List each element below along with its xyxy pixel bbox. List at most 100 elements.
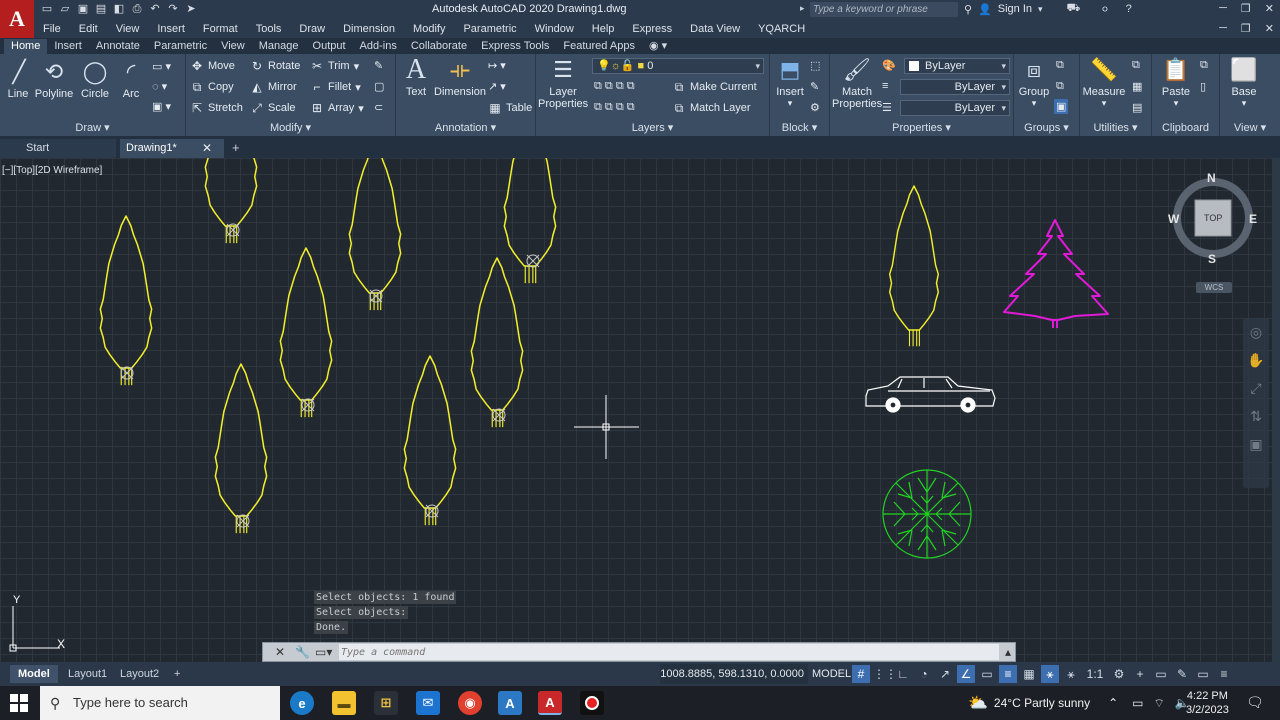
file-tab-start[interactable]: Start (0, 139, 116, 158)
match-properties-tool[interactable]: 🖌 Match Properties (832, 56, 882, 110)
menu-edit[interactable]: Edit (70, 20, 107, 38)
tab-view[interactable]: View (214, 39, 252, 54)
wifi-icon[interactable]: ⌔ (1154, 696, 1165, 711)
tab-express-tools[interactable]: Express Tools (474, 39, 556, 54)
edge-icon[interactable]: e (290, 691, 314, 715)
tab-add-ins[interactable]: Add-ins (353, 39, 404, 54)
menu-express[interactable]: Express (623, 20, 681, 38)
edit-block-icon[interactable]: ✎ (810, 80, 819, 93)
modify-panel-title[interactable]: Modify ▾ (186, 121, 395, 134)
draw-panel-title[interactable]: Draw ▾ (0, 121, 185, 134)
isolate-objects-icon[interactable]: ✎ (1173, 665, 1191, 683)
layout-tab-model[interactable]: Model (10, 665, 58, 683)
tab-parametric[interactable]: Parametric (147, 39, 214, 54)
units-icon[interactable]: ▭ (1152, 665, 1170, 683)
app-logo[interactable]: A (0, 0, 34, 38)
weather-icon[interactable]: ⛅ (968, 693, 988, 713)
weather-text[interactable]: 24°C Partly sunny (994, 696, 1090, 710)
autocad-taskbar-icon[interactable]: A (538, 691, 562, 715)
car[interactable] (865, 376, 996, 413)
user-icon[interactable]: 👤 (978, 3, 992, 16)
snap-icon[interactable]: ⋮⋮ (873, 665, 897, 683)
viewcube-top-face[interactable]: TOP (1204, 213, 1222, 223)
rectangle-icon[interactable]: ▭ ▾ (152, 60, 171, 73)
plot-icon[interactable]: ⎙ (130, 2, 144, 16)
command-history-toggle-icon[interactable]: ▴ (1005, 645, 1011, 659)
group-edit-icon[interactable]: ⧉ (1056, 80, 1064, 93)
customize-icon[interactable]: 🔧 (295, 645, 310, 659)
wcs-menu[interactable]: WCS (1196, 282, 1232, 293)
clean-screen-icon[interactable]: ▭ (1194, 665, 1212, 683)
binoculars-icon[interactable]: ⚲ (964, 3, 972, 16)
measure-tool[interactable]: 📏 Measure ▾ (1082, 56, 1126, 109)
tab-insert[interactable]: Insert (47, 39, 89, 54)
exchange-icon[interactable]: ⚪ (1100, 3, 1109, 16)
array-button[interactable]: ⊞ Array ▾ (310, 101, 364, 115)
menu-tools[interactable]: Tools (247, 20, 291, 38)
rotate-button[interactable]: ↻ Rotate (250, 59, 300, 73)
chrome-icon[interactable]: ◉ (458, 691, 482, 715)
store-icon[interactable]: ⊞ (374, 691, 398, 715)
auto-scale-icon[interactable]: ⚹ (1062, 665, 1080, 683)
color-wheel-icon[interactable]: 🎨 (882, 59, 896, 72)
ortho-icon[interactable]: ∟ (894, 665, 912, 683)
move-button[interactable]: ✥ Move (190, 59, 235, 73)
minimize-icon[interactable]: ─ (1219, 2, 1227, 15)
clipboard-panel-title[interactable]: Clipboard (1152, 122, 1219, 134)
text-tool[interactable]: A Text (400, 54, 432, 98)
lineweight-toggle-icon[interactable]: ≡ (999, 665, 1017, 683)
command-input[interactable] (339, 644, 999, 660)
make-current-button[interactable]: ⧉ Make Current (672, 80, 757, 94)
circle-tool[interactable]: ◯ Circle (78, 58, 112, 100)
save-icon[interactable]: ▣ (76, 2, 90, 16)
annotation-visibility-icon[interactable]: ⚹ (1041, 665, 1059, 683)
offset-icon[interactable]: ⊂ (374, 101, 383, 114)
undo-icon[interactable]: ↶ (148, 2, 162, 16)
yellow-tree[interactable] (403, 355, 457, 526)
windows-start-icon[interactable] (10, 694, 28, 712)
compass-south[interactable]: S (1208, 252, 1216, 266)
yellow-tree[interactable] (204, 158, 258, 244)
lineweight-icon[interactable]: ☰ (882, 101, 892, 114)
restore-icon[interactable]: ❐ (1241, 2, 1251, 15)
mail-icon[interactable]: ✉ (416, 691, 440, 715)
cut-icon[interactable]: ▯ (1200, 80, 1206, 93)
customization-icon[interactable]: ≡ (1215, 665, 1233, 683)
new-layout-icon[interactable]: + (166, 665, 188, 683)
linetype-dropdown[interactable]: ByLayer (900, 79, 1010, 95)
vertical-scrollbar[interactable] (1272, 158, 1280, 662)
stretch-button[interactable]: ⇱ Stretch (190, 101, 243, 115)
sign-in-button[interactable]: Sign In (998, 3, 1032, 15)
tab-manage[interactable]: Manage (252, 39, 306, 54)
drawing-canvas[interactable] (0, 158, 1272, 662)
linetype-icon[interactable]: ≡ (882, 80, 888, 92)
yellow-tree[interactable] (503, 158, 557, 284)
redo-icon[interactable]: ↷ (166, 2, 180, 16)
grid-icon[interactable]: # (852, 665, 870, 683)
viewcube[interactable]: N S E W TOP (1164, 168, 1260, 268)
insert-tool[interactable]: ⬒ Insert ▾ (772, 56, 808, 109)
yellow-tree[interactable] (470, 257, 524, 428)
tray-overflow-icon[interactable]: ⌃ (1108, 696, 1118, 710)
layer-properties-tool[interactable]: ☰ Layer Properties (538, 56, 588, 110)
recorder-icon[interactable] (580, 691, 604, 715)
recent-commands-icon[interactable]: ▭▾ (315, 645, 332, 659)
dimension-tool[interactable]: ⟛ Dimension (434, 56, 486, 98)
annotation-monitor-icon[interactable]: + (1131, 665, 1149, 683)
group-tool[interactable]: ⧈ Group ▾ (1016, 56, 1052, 109)
create-block-icon[interactable]: ⬚ (810, 59, 820, 72)
network-icon[interactable]: ▭ (1132, 696, 1143, 710)
yellow-tree[interactable] (348, 158, 402, 311)
fillet-button[interactable]: ⌐ Fillet ▾ (310, 80, 360, 94)
menu-parametric[interactable]: Parametric (454, 20, 525, 38)
help-search-input[interactable]: Type a keyword or phrase (810, 2, 958, 17)
table-button[interactable]: ▦ Table (488, 101, 532, 115)
layers-panel-title[interactable]: Layers ▾ (536, 121, 769, 134)
line-tool[interactable]: ╱ Line (4, 58, 32, 100)
yellow-tree[interactable] (279, 247, 333, 418)
menu-view[interactable]: View (107, 20, 149, 38)
search-arrow-icon[interactable]: ▸ (800, 3, 805, 14)
menu-file[interactable]: File (34, 20, 70, 38)
yellow-tree[interactable] (214, 363, 268, 534)
utilities-panel-title[interactable]: Utilities ▾ (1080, 121, 1151, 134)
